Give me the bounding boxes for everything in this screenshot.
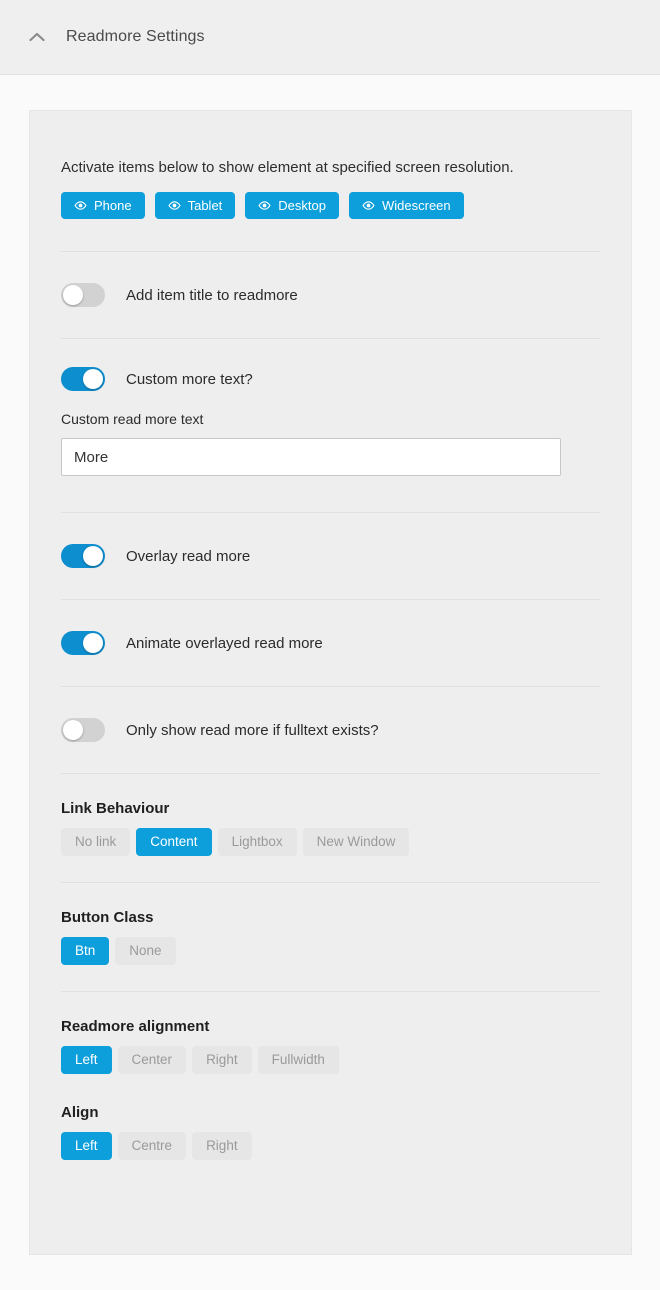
resolution-button-widescreen[interactable]: Widescreen — [349, 192, 464, 219]
readmore-alignment-block: Readmore alignment Left Center Right Ful… — [61, 992, 600, 1082]
eye-icon — [74, 201, 87, 210]
resolution-block: Activate items below to show element at … — [61, 111, 600, 219]
link-behaviour-group: No link Content Lightbox New Window — [61, 828, 600, 856]
button-class-block: Button Class Btn None — [61, 883, 600, 991]
readmore-alignment-option-fullwidth[interactable]: Fullwidth — [257, 1046, 339, 1074]
align-option-right[interactable]: Right — [192, 1132, 252, 1160]
toggle-overlay-read-more[interactable] — [61, 544, 105, 568]
toggle-row-only-show-if-fulltext: Only show read more if fulltext exists? — [61, 687, 600, 773]
link-behaviour-option-no-link[interactable]: No link — [61, 828, 131, 856]
link-behaviour-option-content[interactable]: Content — [136, 828, 212, 856]
resolution-button-phone[interactable]: Phone — [61, 192, 145, 219]
resolution-button-tablet[interactable]: Tablet — [154, 192, 236, 219]
settings-panel: Activate items below to show element at … — [29, 110, 632, 1255]
toggle-label: Custom more text? — [126, 370, 253, 388]
link-behaviour-option-lightbox[interactable]: Lightbox — [217, 828, 297, 856]
readmore-alignment-group: Left Center Right Fullwidth — [61, 1046, 600, 1074]
align-title: Align — [61, 1104, 99, 1121]
chevron-up-icon[interactable] — [22, 22, 52, 52]
eye-icon — [362, 201, 375, 210]
toggle-knob — [83, 369, 103, 389]
toggle-label: Add item title to readmore — [126, 286, 298, 304]
resolution-button-group: Phone Tablet Desktop Widescreen — [61, 192, 600, 219]
toggle-knob — [83, 633, 103, 653]
readmore-alignment-option-left[interactable]: Left — [61, 1046, 112, 1074]
toggle-knob — [63, 285, 83, 305]
custom-read-more-text-input[interactable] — [61, 438, 561, 476]
toggle-row-custom-more-text: Custom more text? — [61, 339, 600, 391]
readmore-alignment-title: Readmore alignment — [61, 1018, 210, 1035]
eye-icon — [258, 201, 271, 210]
readmore-alignment-option-right[interactable]: Right — [192, 1046, 252, 1074]
resolution-description: Activate items below to show element at … — [61, 159, 514, 176]
link-behaviour-title: Link Behaviour — [61, 800, 170, 817]
toggle-label: Overlay read more — [126, 547, 251, 565]
readmore-alignment-option-center[interactable]: Center — [117, 1046, 187, 1074]
resolution-button-desktop[interactable]: Desktop — [245, 192, 339, 219]
align-option-centre[interactable]: Centre — [117, 1132, 187, 1160]
toggle-animate-overlayed-read-more[interactable] — [61, 631, 105, 655]
button-class-title: Button Class — [61, 909, 154, 926]
panel-header[interactable]: Readmore Settings — [0, 0, 660, 75]
toggle-knob — [83, 546, 103, 566]
toggle-row-animate-overlayed-read-more: Animate overlayed read more — [61, 600, 600, 686]
resolution-button-label: Phone — [94, 198, 132, 213]
eye-icon — [167, 201, 181, 210]
resolution-button-label: Desktop — [278, 198, 326, 213]
align-block: Align Left Centre Right — [61, 1082, 600, 1186]
button-class-group: Btn None — [61, 937, 600, 965]
resolution-button-label: Tablet — [187, 198, 223, 213]
toggle-label: Only show read more if fulltext exists? — [126, 721, 379, 739]
button-class-option-none[interactable]: None — [115, 937, 176, 965]
toggle-only-show-if-fulltext[interactable] — [61, 718, 105, 742]
button-class-option-btn[interactable]: Btn — [61, 937, 110, 965]
toggle-custom-more-text[interactable] — [61, 367, 105, 391]
custom-read-more-text-label: Custom read more text — [61, 411, 204, 427]
align-group: Left Centre Right — [61, 1132, 600, 1160]
link-behaviour-option-new-window[interactable]: New Window — [302, 828, 410, 856]
resolution-button-label: Widescreen — [382, 198, 451, 213]
toggle-label: Animate overlayed read more — [126, 634, 323, 652]
custom-read-more-text-block: Custom read more text — [61, 411, 600, 512]
readmore-settings-page: Readmore Settings Activate items below t… — [0, 0, 660, 1290]
toggle-knob — [63, 720, 83, 740]
toggle-add-item-title[interactable] — [61, 283, 105, 307]
link-behaviour-block: Link Behaviour No link Content Lightbox … — [61, 774, 600, 882]
page-title: Readmore Settings — [66, 28, 205, 45]
align-option-left[interactable]: Left — [61, 1132, 112, 1160]
toggle-row-add-item-title: Add item title to readmore — [61, 252, 600, 338]
toggle-row-overlay-read-more: Overlay read more — [61, 513, 600, 599]
